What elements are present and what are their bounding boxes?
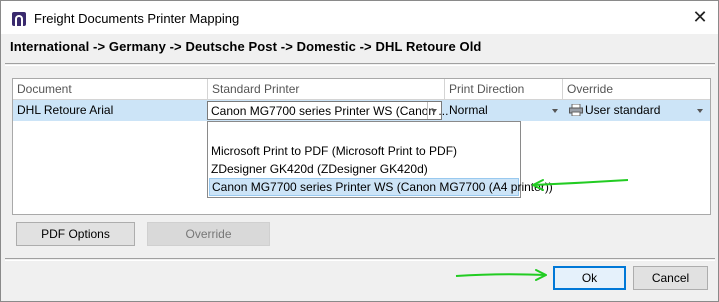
standard-printer-select[interactable]: Canon MG7700 series Printer WS (Canon ..… <box>207 101 448 120</box>
dropdown-option-zdesigner[interactable]: ZDesigner GK420d (ZDesigner GK420d) <box>209 160 519 178</box>
print-direction-value: Normal <box>449 103 488 117</box>
standard-printer-value: Canon MG7700 series Printer WS (Canon ..… <box>211 104 449 118</box>
title-bar: Freight Documents Printer Mapping ✕ <box>1 1 718 34</box>
dialog-window: Freight Documents Printer Mapping ✕ Inte… <box>0 0 719 302</box>
breadcrumb: International -> Germany -> Deutsche Pos… <box>10 39 482 54</box>
pdf-options-button[interactable]: PDF Options <box>16 222 135 246</box>
dropdown-option-empty[interactable] <box>209 124 519 142</box>
dropdown-option-microsoft-pdf[interactable]: Microsoft Print to PDF (Microsoft Print … <box>209 142 519 160</box>
divider <box>5 258 715 261</box>
app-logo-icon <box>12 12 26 26</box>
cancel-button[interactable]: Cancel <box>633 266 708 290</box>
printer-dropdown-list: Microsoft Print to PDF (Microsoft Print … <box>207 121 553 198</box>
standard-printer-dropdown-button[interactable] <box>427 102 441 119</box>
table-row[interactable]: DHL Retoure Arial Canon MG7700 series Pr… <box>13 100 710 121</box>
column-header-print-direction[interactable]: Print Direction <box>445 79 563 99</box>
printer-icon <box>569 104 583 116</box>
column-header-override[interactable]: Override <box>563 79 710 99</box>
override-value: User standard <box>585 103 661 117</box>
window-title: Freight Documents Printer Mapping <box>34 11 240 26</box>
chevron-down-icon <box>697 109 703 113</box>
override-button[interactable]: Override <box>147 222 270 246</box>
ok-button[interactable]: Ok <box>553 266 626 290</box>
cell-override[interactable]: User standard <box>563 100 710 121</box>
cell-print-direction[interactable]: Normal <box>445 100 563 121</box>
column-header-standard-printer[interactable]: Standard Printer <box>208 79 445 99</box>
chevron-down-icon <box>431 109 437 113</box>
column-header-document[interactable]: Document <box>13 79 208 99</box>
grid-header: Document Standard Printer Print Directio… <box>13 79 710 100</box>
close-icon[interactable]: ✕ <box>685 6 715 30</box>
cell-document[interactable]: DHL Retoure Arial <box>13 100 207 121</box>
divider <box>5 63 715 66</box>
dropdown-option-canon[interactable]: Canon MG7700 series Printer WS (Canon MG… <box>209 178 553 196</box>
chevron-down-icon <box>552 109 558 113</box>
